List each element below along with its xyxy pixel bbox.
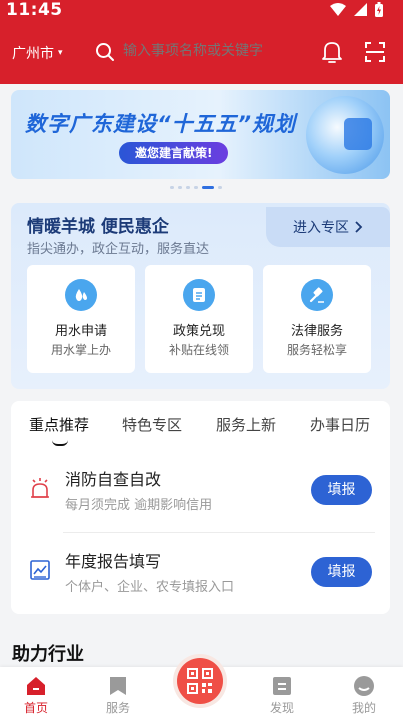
service-cards: 用水申请 用水掌上办 政策兑现 补贴在线领 法律服务 服务轻松享 <box>27 265 371 373</box>
tab-indicator <box>52 440 68 446</box>
service-zone: 情暖羊城 便民惠企 指尖通办，政企互动，服务直达 进入专区 用水申请 用水掌上办… <box>11 203 390 389</box>
divider <box>63 532 375 533</box>
chevron-down-icon: ▾ <box>58 48 63 58</box>
zone-subtitle: 指尖通办，政企互动，服务直达 <box>27 242 210 257</box>
card-name: 法律服务 <box>290 324 343 339</box>
enter-zone-button[interactable]: 进入专区 <box>266 207 390 247</box>
qr-code-button[interactable] <box>173 654 227 708</box>
nav-home[interactable]: 首页 <box>11 675 61 716</box>
tab-bar: 重点推荐 特色专区 服务上新 办事日历 <box>29 414 379 446</box>
card-desc: 服务轻松享 <box>286 343 347 357</box>
card-desc: 用水掌上办 <box>50 343 111 357</box>
item-title: 消防自查自改 <box>65 470 162 489</box>
top-bar: 广州市 ▾ <box>0 34 403 70</box>
nav-label: 服务 <box>105 701 130 715</box>
gavel-icon <box>301 279 333 311</box>
report-icon <box>30 560 50 580</box>
chevron-right-icon <box>355 221 363 233</box>
city-label: 广州市 <box>12 46 54 62</box>
scan-icon[interactable] <box>365 42 385 62</box>
bookmark-icon <box>110 677 126 695</box>
search-icon[interactable] <box>95 42 115 62</box>
carousel-dot-active <box>202 186 214 189</box>
city-selector[interactable]: 广州市 ▾ <box>12 43 63 63</box>
list-item[interactable]: 年度报告填写 个体户、企业、农专填报入口 填报 <box>11 534 390 614</box>
card-desc: 补贴在线领 <box>168 343 229 357</box>
service-card-policy[interactable]: 政策兑现 补贴在线领 <box>145 265 253 373</box>
document-icon <box>183 279 215 311</box>
nav-label: 我的 <box>351 701 376 715</box>
profile-icon <box>354 676 374 696</box>
section-title: 助力行业 <box>12 644 84 665</box>
banner-subtitle: 邀您建言献策! <box>119 142 229 164</box>
fill-report-button[interactable]: 填报 <box>311 475 372 505</box>
fill-report-button[interactable]: 填报 <box>311 557 372 587</box>
nav-services[interactable]: 服务 <box>93 675 143 716</box>
card-name: 用水申请 <box>54 324 107 339</box>
item-desc: 个体户、企业、农专填报入口 <box>65 580 235 595</box>
chart-icon <box>344 118 372 150</box>
nav-label: 发现 <box>269 701 294 715</box>
status-bar: 11:45 <box>0 0 403 22</box>
qr-code-icon <box>177 658 223 704</box>
item-desc: 每月须完成 逾期影响信用 <box>65 498 213 513</box>
enter-zone-label: 进入专区 <box>293 220 349 236</box>
battery-icon <box>375 2 383 17</box>
home-icon <box>27 677 45 695</box>
tab-featured[interactable]: 重点推荐 <box>29 414 89 435</box>
service-card-legal[interactable]: 法律服务 服务轻松享 <box>263 265 371 373</box>
banner-title: 数字广东建设“十五五”规划 <box>25 112 297 136</box>
wifi-icon <box>330 3 346 16</box>
tab-special-zone[interactable]: 特色专区 <box>122 414 182 435</box>
signal-icon <box>354 3 367 16</box>
app-header: 11:45 广州市 ▾ <box>0 0 403 84</box>
carousel-dot <box>170 186 174 189</box>
status-time: 11:45 <box>6 0 63 20</box>
list-item[interactable]: 消防自查自改 每月须完成 逾期影响信用 填报 <box>11 452 390 532</box>
nav-label: 首页 <box>23 701 48 715</box>
service-card-water[interactable]: 用水申请 用水掌上办 <box>27 265 135 373</box>
carousel-indicator <box>170 186 222 189</box>
card-name: 政策兑现 <box>172 324 225 339</box>
zone-title: 情暖羊城 便民惠企 <box>27 217 169 237</box>
search-input[interactable] <box>123 42 293 58</box>
discover-icon <box>273 677 291 695</box>
recommend-panel: 重点推荐 特色专区 服务上新 办事日历 消防自查自改 每月须完成 逾期影响信用 … <box>11 401 390 614</box>
nav-profile[interactable]: 我的 <box>339 675 389 716</box>
tab-calendar[interactable]: 办事日历 <box>310 414 370 435</box>
tab-new-services[interactable]: 服务上新 <box>216 414 276 435</box>
status-icons <box>330 2 383 17</box>
carousel-dot <box>178 186 182 189</box>
nav-discover[interactable]: 发现 <box>257 675 307 716</box>
carousel-dot <box>194 186 198 189</box>
carousel-dot <box>186 186 190 189</box>
carousel-dot <box>218 186 222 189</box>
water-drop-icon <box>65 279 97 311</box>
bell-icon[interactable] <box>321 40 343 64</box>
promo-banner[interactable]: 数字广东建设“十五五”规划 邀您建言献策! <box>11 90 390 179</box>
alarm-icon <box>31 478 49 498</box>
item-title: 年度报告填写 <box>65 552 162 571</box>
